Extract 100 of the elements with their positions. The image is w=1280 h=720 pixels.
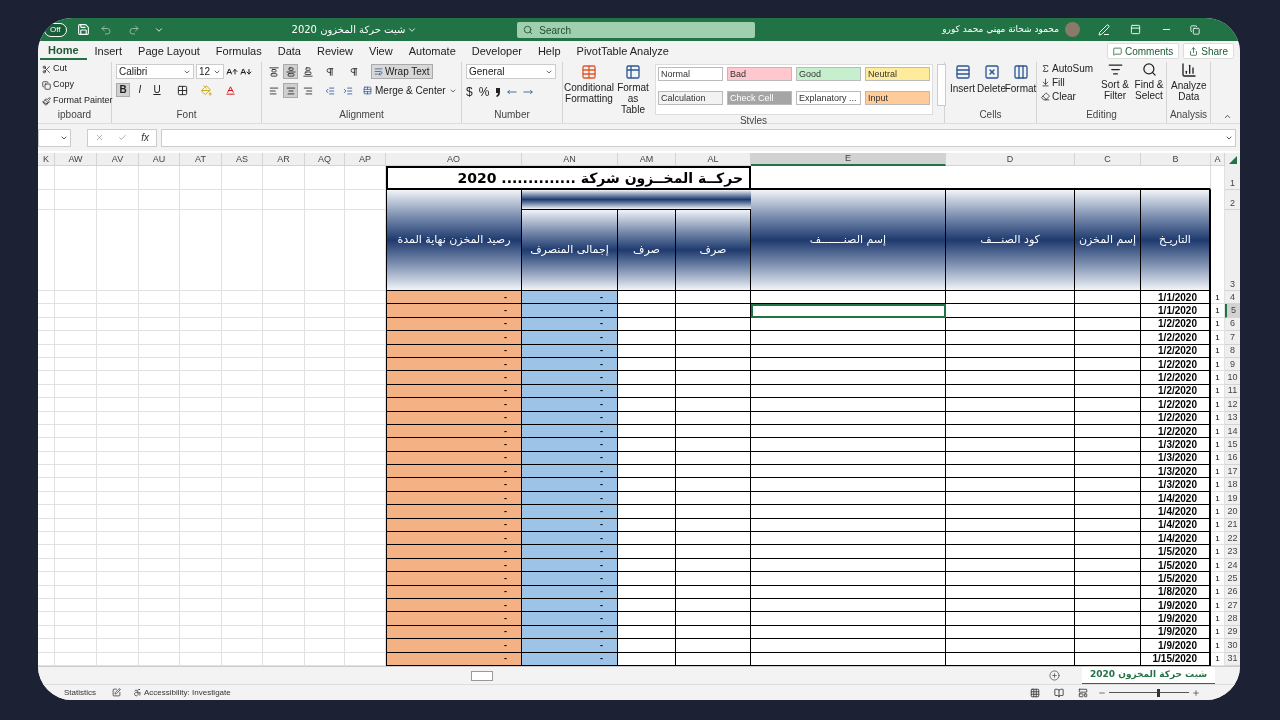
zoom-slider[interactable] <box>1109 687 1189 698</box>
row-header[interactable]: 15 <box>1225 438 1240 452</box>
increase-decimal-icon[interactable] <box>507 87 518 97</box>
column-header[interactable]: E <box>751 153 946 166</box>
cell-style-swatch[interactable]: Calculation <box>658 91 723 105</box>
share-button[interactable]: Share <box>1183 43 1234 59</box>
page-layout-icon[interactable] <box>1054 687 1064 698</box>
align-button[interactable] <box>266 64 281 79</box>
cells-button[interactable]: Delete <box>978 62 1005 94</box>
column-header[interactable]: AU <box>139 153 180 166</box>
row-header[interactable]: 18 <box>1225 478 1240 492</box>
font-style-button[interactable]: U <box>150 83 164 97</box>
align-button[interactable] <box>283 64 298 79</box>
format-as-table-button[interactable]: Format as Table <box>615 62 651 115</box>
insert-function-button[interactable]: fx <box>141 130 149 145</box>
formula-field[interactable] <box>161 128 1236 147</box>
ribbon-tab[interactable]: Data <box>269 42 309 60</box>
autosave-toggle[interactable]: Off <box>44 22 67 37</box>
cell-style-swatch[interactable]: Neutral <box>865 67 930 81</box>
status-text[interactable]: Accessibility: Investigate <box>144 686 231 699</box>
accessibility-icon[interactable] <box>133 688 142 697</box>
ribbon-tab[interactable]: Help <box>529 42 569 60</box>
column-header[interactable]: C <box>1075 153 1141 166</box>
column-header[interactable]: AR <box>263 153 305 166</box>
align-button[interactable] <box>283 83 298 98</box>
editing-button[interactable]: Find & Select <box>1133 62 1165 103</box>
sheet-tab[interactable]: شيت حركة المخزون 2020 <box>1082 666 1216 685</box>
ribbon-tab[interactable]: Formulas <box>207 42 270 60</box>
horizontal-scrollbar[interactable] <box>471 670 493 681</box>
column-header[interactable]: K <box>38 153 55 166</box>
column-header[interactable]: AN <box>522 153 618 166</box>
ribbon-tab[interactable]: View <box>361 42 401 60</box>
ribbon-tab[interactable]: Developer <box>463 42 530 60</box>
row-header[interactable]: 23 <box>1225 545 1240 559</box>
column-header[interactable]: AO <box>386 153 522 166</box>
row-header[interactable]: 30 <box>1225 639 1240 653</box>
cells-button[interactable]: Insert <box>949 62 976 94</box>
styles-scrollbar[interactable] <box>937 64 946 106</box>
comma-style-icon[interactable] <box>495 87 502 97</box>
search-field[interactable]: Search <box>517 22 756 38</box>
clipboard-button[interactable]: Copy <box>42 78 113 92</box>
comments-button[interactable]: Comments <box>1106 43 1180 59</box>
number-format-field[interactable]: General <box>466 64 556 79</box>
wrap-text-button[interactable]: Wrap Text <box>371 64 433 79</box>
column-header[interactable]: A <box>1211 153 1225 166</box>
fill-color-icon[interactable] <box>201 84 212 96</box>
collapse-ribbon-icon[interactable] <box>1223 112 1232 121</box>
row-header[interactable]: 3 <box>1225 210 1240 291</box>
column-header[interactable]: AP <box>345 153 386 166</box>
column-header[interactable]: AW <box>55 153 97 166</box>
row-header[interactable]: 17 <box>1225 465 1240 479</box>
merge-center-button[interactable]: Merge & Center <box>363 83 457 98</box>
font-name-field[interactable]: Calibri <box>116 64 194 79</box>
row-header[interactable]: 2 <box>1225 190 1240 210</box>
restore-icon[interactable] <box>1190 24 1200 35</box>
row-header[interactable]: 20 <box>1225 505 1240 519</box>
row-header[interactable]: 12 <box>1225 398 1240 412</box>
ribbon-tab[interactable]: Insert <box>86 42 131 60</box>
status-text[interactable]: Statistics <box>64 686 96 699</box>
cell-style-swatch[interactable]: Good <box>796 67 861 81</box>
cell-style-swatch[interactable]: Explanatory ... <box>796 91 861 105</box>
row-header[interactable]: 7 <box>1225 331 1240 345</box>
ribbon-tab[interactable]: PivotTable Analyze <box>568 42 677 60</box>
row-header[interactable]: 4 <box>1225 291 1240 305</box>
editing-button[interactable]: Clear <box>1041 90 1097 103</box>
clipboard-button[interactable]: Format Painter <box>42 94 113 108</box>
number-style-button[interactable]: $ <box>466 83 473 101</box>
cells-button[interactable]: Format <box>1007 62 1034 94</box>
column-header[interactable]: AS <box>222 153 263 166</box>
ribbon-display-icon[interactable] <box>1130 24 1141 35</box>
cell-style-swatch[interactable]: Input <box>865 91 930 105</box>
cell-style-swatch[interactable]: Bad <box>727 67 792 81</box>
row-header[interactable]: 1 <box>1225 166 1240 190</box>
decrease-decimal-icon[interactable] <box>523 87 534 97</box>
ribbon-tab[interactable]: Review <box>308 42 362 60</box>
align-button[interactable] <box>300 64 315 79</box>
cell-style-swatch[interactable]: Normal <box>658 67 723 81</box>
font-size-field[interactable]: 12 <box>196 64 224 79</box>
analyze-data-button[interactable]: Analyze Data <box>1171 62 1207 102</box>
column-header[interactable]: B <box>1141 153 1211 166</box>
select-all-icon[interactable] <box>1228 155 1237 164</box>
normal-view-icon[interactable] <box>1030 687 1040 698</box>
pen-icon[interactable] <box>1098 23 1110 36</box>
increase-indent-icon[interactable] <box>343 85 353 96</box>
font-color-icon[interactable] <box>225 84 236 96</box>
editing-button[interactable]: Sort & Filter <box>1099 62 1131 103</box>
row-header[interactable]: 5 <box>1225 304 1240 318</box>
column-header[interactable]: AQ <box>305 153 345 166</box>
pilcrow-icon[interactable] <box>349 66 359 77</box>
save-icon[interactable] <box>76 23 90 36</box>
zoom-in-icon[interactable] <box>1192 688 1200 697</box>
borders-icon[interactable] <box>177 84 188 96</box>
ribbon-tab[interactable]: Automate <box>400 42 464 60</box>
font-style-button[interactable]: B <box>116 83 130 97</box>
grow-font-icon[interactable] <box>226 65 238 78</box>
column-header[interactable]: AT <box>180 153 222 166</box>
ribbon-tab[interactable]: Page Layout <box>130 42 208 60</box>
column-header[interactable]: AM <box>618 153 676 166</box>
zoom-thumb[interactable] <box>1157 688 1160 697</box>
editing-button[interactable]: AutoSum <box>1041 62 1097 75</box>
